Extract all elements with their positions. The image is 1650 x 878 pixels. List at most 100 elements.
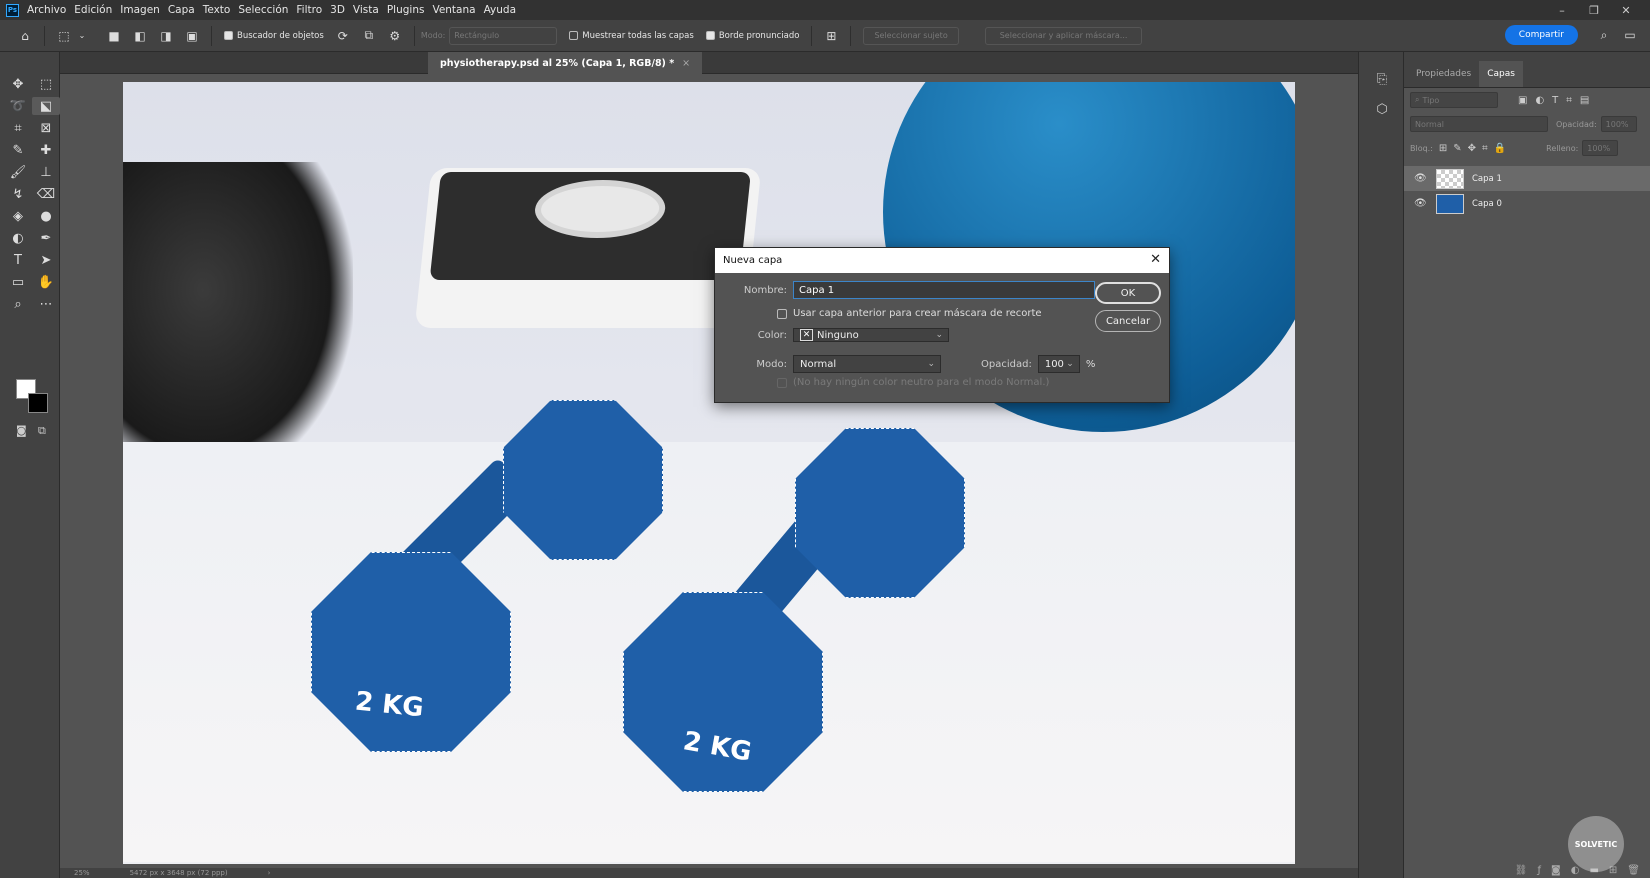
mode-select[interactable]: Rectángulo (449, 26, 558, 45)
fx-icon[interactable]: ƒ (1537, 865, 1541, 876)
close-window-icon[interactable]: ✕ (1610, 4, 1642, 17)
cancel-button[interactable]: Cancelar (1095, 310, 1161, 332)
lock-icons[interactable]: ⊞✎✥⌗🔒 (1439, 143, 1512, 154)
select-subject-button[interactable]: Seleccionar sujeto (863, 26, 959, 45)
menu-imagen[interactable]: Imagen (120, 4, 160, 16)
color-label: Color: (757, 329, 787, 341)
workspace-icon[interactable]: ▭ (1620, 26, 1640, 44)
opacity-field[interactable]: 100% (1600, 116, 1637, 132)
trash-icon[interactable]: 🗑 (1627, 865, 1640, 876)
more-tools-icon[interactable]: ⋯ (32, 295, 60, 313)
menu-ayuda[interactable]: Ayuda (484, 4, 516, 16)
mask-icon[interactable]: ◙ (1551, 865, 1561, 876)
eraser-tool-icon[interactable]: ⌫ (32, 185, 60, 203)
dodge-tool-icon[interactable]: ◐ (4, 229, 32, 247)
opacity-input[interactable]: 100 ⌄ (1037, 355, 1080, 373)
history-brush-icon[interactable]: ↯ (4, 185, 32, 203)
eye-icon[interactable]: 👁 (1414, 173, 1428, 184)
screen-mode-icon[interactable]: ⧉ (38, 424, 46, 438)
select-and-mask-button[interactable]: Seleccionar y aplicar máscara... (984, 26, 1143, 45)
healing-tool-icon[interactable]: ✚ (32, 141, 60, 159)
eyedropper-tool-icon[interactable]: ✎ (4, 141, 32, 159)
layer-row[interactable]: 👁 Capa 1 (1404, 166, 1650, 191)
layer-search-field[interactable]: ⌕ Tipo (1410, 92, 1498, 108)
gear-icon[interactable]: ⚙ (386, 27, 404, 45)
menu-ventana[interactable]: Ventana (432, 4, 475, 16)
divider (44, 25, 45, 46)
menu-plugins[interactable]: Plugins (387, 4, 425, 16)
zoom-level[interactable]: 25% (74, 869, 90, 877)
document-canvas[interactable]: 2 KG 2 KG (123, 82, 1295, 864)
tab-layers[interactable]: Capas (1479, 61, 1523, 87)
history-panel-icon[interactable]: ⎘ (1359, 64, 1405, 94)
menu-texto[interactable]: Texto (203, 4, 231, 16)
blur-tool-icon[interactable]: ● (32, 207, 60, 225)
menu-vista[interactable]: Vista (353, 4, 379, 16)
rectangle-tool-icon[interactable]: ▭ (4, 273, 32, 291)
move-tool-icon[interactable]: ✥ (4, 75, 32, 93)
zoom-tool-icon[interactable]: ⌕ (4, 295, 32, 313)
blend-mode-select[interactable]: Normal (1410, 116, 1548, 132)
menu-capa[interactable]: Capa (168, 4, 195, 16)
type-tool-icon[interactable]: T (4, 251, 32, 269)
menu-edicion[interactable]: Edición (74, 4, 112, 16)
menu-3d[interactable]: 3D (330, 4, 345, 16)
hand-tool-icon[interactable]: ✋ (32, 273, 60, 291)
stamp-tool-icon[interactable]: ⊥ (32, 163, 60, 181)
pen-tool-icon[interactable]: ✒ (32, 229, 60, 247)
tab-properties[interactable]: Propiedades (1408, 69, 1479, 87)
brush-tool-icon[interactable]: 🖌 (4, 163, 32, 181)
ok-button[interactable]: OK (1095, 282, 1161, 304)
menu-filtro[interactable]: Filtro (296, 4, 322, 16)
intersect-selection-icon[interactable]: ▣ (183, 27, 201, 45)
object-selection-tool-icon[interactable]: ⬕ (32, 97, 60, 115)
paint-bucket-icon[interactable]: ◈ (4, 207, 32, 225)
chevron-down-icon: ⌄ (935, 330, 943, 340)
3d-panel-icon[interactable]: ⬡ (1359, 94, 1405, 124)
filter-icons[interactable]: ▣◐T⌗▤ (1518, 95, 1597, 106)
background-color-swatch[interactable] (28, 393, 48, 413)
subtract-selection-icon[interactable]: ◨ (157, 27, 175, 45)
add-selection-icon[interactable]: ◧ (131, 27, 149, 45)
clip-mask-checkbox[interactable]: Usar capa anterior para crear máscara de… (777, 308, 1042, 319)
chevron-down-icon[interactable]: ⌄ (73, 27, 91, 45)
menu-seleccion[interactable]: Selección (238, 4, 288, 16)
refresh-icon[interactable]: ⟳ (334, 27, 352, 45)
checkbox[interactable] (777, 308, 787, 319)
window-controls: – ❐ ✕ (1546, 0, 1642, 20)
document-tab[interactable]: physiotherapy.psd al 25% (Capa 1, RGB/8)… (428, 52, 703, 74)
layer-row[interactable]: 👁 Capa 0 (1404, 191, 1650, 216)
crop-tool-icon[interactable]: ⌗ (4, 119, 32, 137)
divider (811, 25, 813, 46)
subject-icon[interactable]: ⊞ (822, 27, 840, 45)
layer-name-input[interactable]: Capa 1 (793, 281, 1095, 299)
mode-select[interactable]: Normal ⌄ (793, 355, 941, 373)
quick-mask-icon[interactable]: ◙ (16, 424, 27, 437)
options-bar: ⌂ ⬚ ⌄ ■ ◧ ◨ ▣ Buscador de objetos ⟳ ⧉ ⚙ … (0, 20, 1650, 52)
search-icon[interactable]: ⌕ (1594, 26, 1614, 44)
layer-filter-row: ⌕ Tipo ▣◐T⌗▤ (1404, 88, 1650, 112)
new-selection-icon[interactable]: ■ (105, 27, 123, 45)
close-tab-icon[interactable]: × (682, 58, 690, 69)
tool-preset-icon[interactable]: ⬚ (55, 27, 73, 45)
eye-icon[interactable]: 👁 (1414, 198, 1428, 209)
sample-all-layers-checkbox[interactable]: Muestrear todas las capas (569, 31, 694, 41)
show-objects-icon[interactable]: ⧉ (360, 27, 378, 45)
restore-icon[interactable]: ❐ (1578, 4, 1610, 17)
status-arrow[interactable]: › (268, 869, 271, 877)
blend-row: Normal Opacidad: 100% (1404, 112, 1650, 136)
minimize-icon[interactable]: – (1546, 4, 1578, 17)
lasso-tool-icon[interactable]: ➰ (4, 97, 32, 115)
link-icon[interactable]: ⛓ (1515, 865, 1528, 876)
close-icon[interactable]: ✕ (1150, 252, 1161, 267)
menu-archivo[interactable]: Archivo (27, 4, 66, 16)
marquee-tool-icon[interactable]: ⬚ (32, 75, 60, 93)
home-icon[interactable]: ⌂ (16, 27, 34, 45)
fill-field[interactable]: 100% (1582, 140, 1619, 156)
color-select[interactable]: ✕ Ninguno ⌄ (793, 328, 949, 342)
share-button[interactable]: Compartir (1504, 25, 1578, 45)
object-finder-checkbox[interactable]: Buscador de objetos (224, 31, 324, 41)
hard-edge-checkbox[interactable]: Borde pronunciado (705, 31, 799, 41)
path-select-icon[interactable]: ➤ (32, 251, 60, 269)
frame-tool-icon[interactable]: ⊠ (32, 119, 60, 137)
